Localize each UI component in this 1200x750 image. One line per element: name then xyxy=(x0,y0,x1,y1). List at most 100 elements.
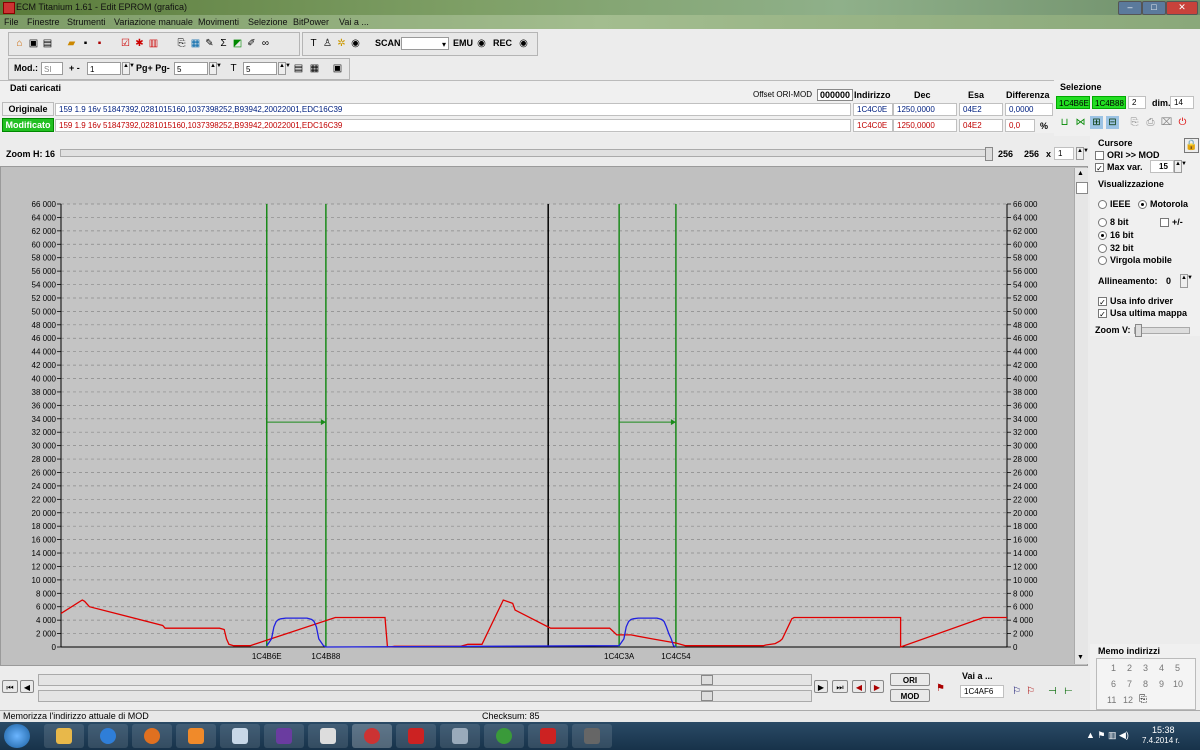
usa-ultima-checkbox[interactable]: ✓ xyxy=(1098,309,1107,319)
compare-icon[interactable]: ✱ xyxy=(133,37,146,50)
chart-vscroll[interactable]: ▲ ▼ xyxy=(1074,168,1088,664)
allineamento-spinner[interactable]: ▲▼ xyxy=(1180,274,1193,288)
flag-icon[interactable]: ⚑ xyxy=(934,682,947,695)
ie-app[interactable] xyxy=(88,724,128,748)
plusminus-field[interactable]: 1 xyxy=(87,62,121,75)
calc-app[interactable] xyxy=(440,724,480,748)
camera-app[interactable] xyxy=(572,724,612,748)
menu-selezione[interactable]: Selezione xyxy=(248,17,288,27)
lock-icon[interactable]: ♙ xyxy=(321,37,334,50)
max-var-field[interactable]: 15 xyxy=(1150,160,1174,173)
ecm2-app[interactable] xyxy=(396,724,436,748)
save-as-icon[interactable]: ▪ xyxy=(93,37,106,50)
scroll-thumb[interactable] xyxy=(1076,182,1088,194)
firefox-app[interactable] xyxy=(132,724,172,748)
selezione-start[interactable]: 1C4B6E xyxy=(1056,96,1090,109)
scroll-up-icon[interactable]: ▲ xyxy=(1077,170,1084,177)
zoom-mult-spinner[interactable]: ▲▼ xyxy=(1076,147,1089,160)
home-icon[interactable]: ⌂ xyxy=(13,37,26,50)
sel-clear-icon[interactable]: ⌧ xyxy=(1160,116,1173,129)
first-page-icon[interactable]: ⏮ xyxy=(2,680,18,693)
zoom-h-slider[interactable] xyxy=(60,147,993,161)
run-icon[interactable]: ✲ xyxy=(335,37,348,50)
text-icon[interactable]: T xyxy=(307,37,320,50)
selezione-count[interactable]: 2 xyxy=(1128,96,1146,109)
checklist-icon[interactable]: ☑ xyxy=(119,37,132,50)
ori-mod-checkbox[interactable] xyxy=(1095,151,1104,160)
mod-button[interactable]: MOD xyxy=(890,689,930,702)
lock-cursor-icon[interactable]: 🔒 xyxy=(1184,138,1199,153)
media-app[interactable] xyxy=(176,724,216,748)
selezione-end[interactable]: 1C4B88 xyxy=(1092,96,1126,109)
t-field[interactable]: 5 xyxy=(243,62,277,75)
chrome-app[interactable] xyxy=(484,724,524,748)
scan-select[interactable]: ▾ xyxy=(401,37,449,50)
bit32-radio[interactable] xyxy=(1098,244,1107,253)
bit8-radio[interactable] xyxy=(1098,218,1107,227)
zoom-v-slider[interactable] xyxy=(1134,324,1190,337)
export-icon[interactable]: ▣ xyxy=(331,62,344,75)
ecm3-app[interactable] xyxy=(528,724,568,748)
hscroll-bottom[interactable] xyxy=(38,690,812,702)
pg-spinner[interactable]: ▲▼ xyxy=(209,62,222,75)
plusminus-spinner[interactable]: ▲▼ xyxy=(122,62,135,75)
windows-icon[interactable]: ▣ xyxy=(27,37,40,50)
memo-slot[interactable]: 12 xyxy=(1123,695,1133,705)
rec-dot-icon[interactable]: ◉ xyxy=(517,37,530,50)
menu-bitpower[interactable]: BitPower xyxy=(293,17,329,27)
maximize-icon[interactable]: □ xyxy=(1142,1,1166,15)
memo-slot[interactable]: 1 xyxy=(1111,663,1116,673)
calculator-icon[interactable]: ▦ xyxy=(189,37,202,50)
ieee-radio[interactable] xyxy=(1098,200,1107,209)
sum-icon[interactable]: Σ xyxy=(217,37,230,50)
close-icon[interactable]: ✕ xyxy=(1166,1,1198,15)
menu-strumenti[interactable]: Strumenti xyxy=(67,17,106,27)
last-page-icon[interactable]: ⏭ xyxy=(832,680,848,693)
next-red-icon[interactable]: ▶ xyxy=(870,680,884,693)
dim-field[interactable]: 14 xyxy=(1170,96,1194,109)
memo-slot[interactable]: 5 xyxy=(1175,663,1180,673)
menu-variazione-manuale[interactable]: Variazione manuale xyxy=(114,17,193,27)
prev-red-icon[interactable]: ◀ xyxy=(852,680,866,693)
sel-range-icon[interactable]: ⊞ xyxy=(1090,116,1103,129)
memo-slot[interactable]: 3 xyxy=(1143,663,1148,673)
prev-page-icon[interactable]: ◀ xyxy=(20,680,34,693)
memo-slot[interactable]: 10 xyxy=(1173,679,1183,689)
tools-icon[interactable]: ✎ xyxy=(203,37,216,50)
copy-icon[interactable]: ⎘ xyxy=(175,37,188,50)
usa-info-checkbox[interactable]: ✓ xyxy=(1098,297,1107,307)
zoom-h-thumb[interactable] xyxy=(985,147,993,161)
menu-vai-a[interactable]: Vai a ... xyxy=(339,17,369,27)
map-icon[interactable]: ◩ xyxy=(231,37,244,50)
memo-slot[interactable]: 7 xyxy=(1127,679,1132,689)
sel-range2-icon[interactable]: ⊟ xyxy=(1106,116,1119,129)
memo-slot[interactable]: 9 xyxy=(1159,679,1164,689)
pg-field[interactable]: 5 xyxy=(174,62,208,75)
page-icon[interactable]: ▤ xyxy=(41,37,54,50)
memo-slot[interactable]: 8 xyxy=(1143,679,1148,689)
mod-field[interactable]: SI xyxy=(41,62,63,75)
originale-label[interactable]: Originale xyxy=(2,102,54,116)
max-var-checkbox[interactable]: ✓ xyxy=(1095,163,1104,173)
mark-left-icon[interactable]: ⊣ xyxy=(1046,685,1059,698)
grid-view-icon[interactable]: ▤ xyxy=(292,62,305,75)
memo-slot[interactable]: 11 xyxy=(1107,695,1116,705)
sel-copy-icon[interactable]: ⎘ xyxy=(1128,116,1141,129)
minimize-icon[interactable]: – xyxy=(1118,1,1142,15)
editor-app[interactable] xyxy=(308,724,348,748)
t-icon[interactable]: T xyxy=(227,62,240,75)
memo-slot[interactable]: 2 xyxy=(1127,663,1132,673)
chart-area[interactable]: 0 0 2 000 2 000 4 000 4 000 6 000 6 000 8 000 8 0… xyxy=(0,166,1088,666)
table-icon[interactable]: ▥ xyxy=(147,37,160,50)
save-icon[interactable]: ▪ xyxy=(79,37,92,50)
t-spinner[interactable]: ▲▼ xyxy=(278,62,291,75)
max-var-spinner[interactable]: ▲▼ xyxy=(1174,160,1187,173)
bit16-radio[interactable] xyxy=(1098,231,1107,240)
signed-checkbox[interactable] xyxy=(1160,218,1169,227)
modificato-label[interactable]: Modificato xyxy=(2,118,54,132)
virgola-radio[interactable] xyxy=(1098,256,1107,265)
sel-left-icon[interactable]: ⊔ xyxy=(1058,116,1071,129)
emu-dot-icon[interactable]: ◉ xyxy=(475,37,488,50)
menu-movimenti[interactable]: Movimenti xyxy=(198,17,239,27)
explorer-app[interactable] xyxy=(44,724,84,748)
